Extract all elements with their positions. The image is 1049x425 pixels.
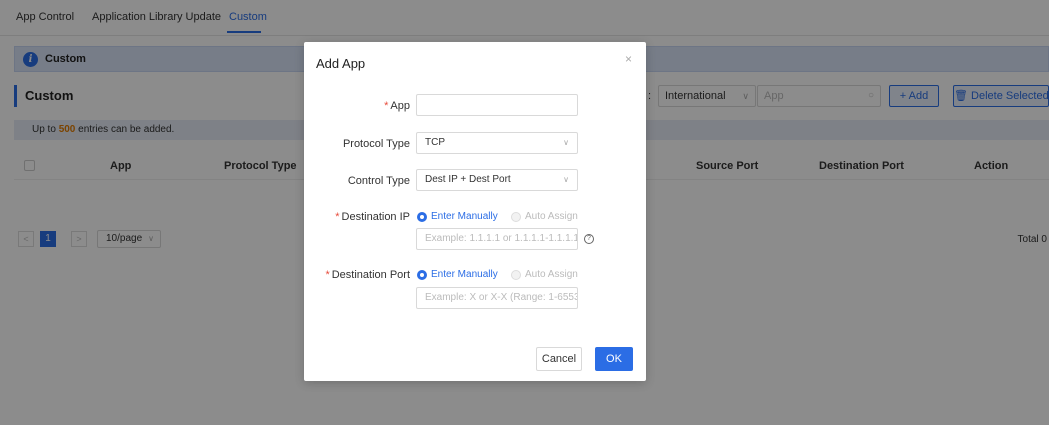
destination-ip-manual-label[interactable]: Enter Manually (431, 211, 498, 222)
destination-ip-auto-label[interactable]: Auto Assign (525, 211, 578, 222)
destination-ip-label: * Destination IP (335, 211, 410, 223)
app-field-label: * App (384, 100, 410, 112)
add-app-dialog: Add App × * App Protocol Type TCP ∨ Contr… (304, 42, 646, 381)
control-type-value: Dest IP + Dest Port (425, 174, 511, 185)
chevron-down-icon: ∨ (563, 175, 569, 184)
app-field[interactable] (416, 94, 578, 116)
destination-port-label: * Destination Port (325, 269, 410, 281)
control-type-label: Control Type (347, 175, 410, 187)
chevron-down-icon: ∨ (563, 138, 569, 147)
destination-ip-manual-radio[interactable] (417, 212, 427, 222)
help-icon[interactable]: ? (584, 234, 594, 244)
destination-port-manual-label[interactable]: Enter Manually (431, 269, 498, 280)
protocol-type-select[interactable]: TCP ∨ (416, 132, 578, 154)
destination-port-input[interactable]: Example: X or X-X (Range: 1-65535) (416, 287, 578, 309)
destination-port-auto-label[interactable]: Auto Assign (525, 269, 578, 280)
protocol-type-label: Protocol Type (342, 138, 410, 150)
destination-ip-input[interactable]: Example: 1.1.1.1 or 1.1.1.1-1.1.1.10 (416, 228, 578, 250)
control-type-select[interactable]: Dest IP + Dest Port ∨ (416, 169, 578, 191)
destination-ip-auto-radio[interactable] (511, 212, 521, 222)
dialog-title: Add App (316, 56, 366, 71)
protocol-type-value: TCP (425, 137, 445, 148)
ok-button[interactable]: OK (595, 347, 633, 371)
destination-port-auto-radio[interactable] (511, 270, 521, 280)
destination-port-manual-radio[interactable] (417, 270, 427, 280)
close-icon[interactable]: × (625, 52, 632, 66)
cancel-button[interactable]: Cancel (536, 347, 582, 371)
